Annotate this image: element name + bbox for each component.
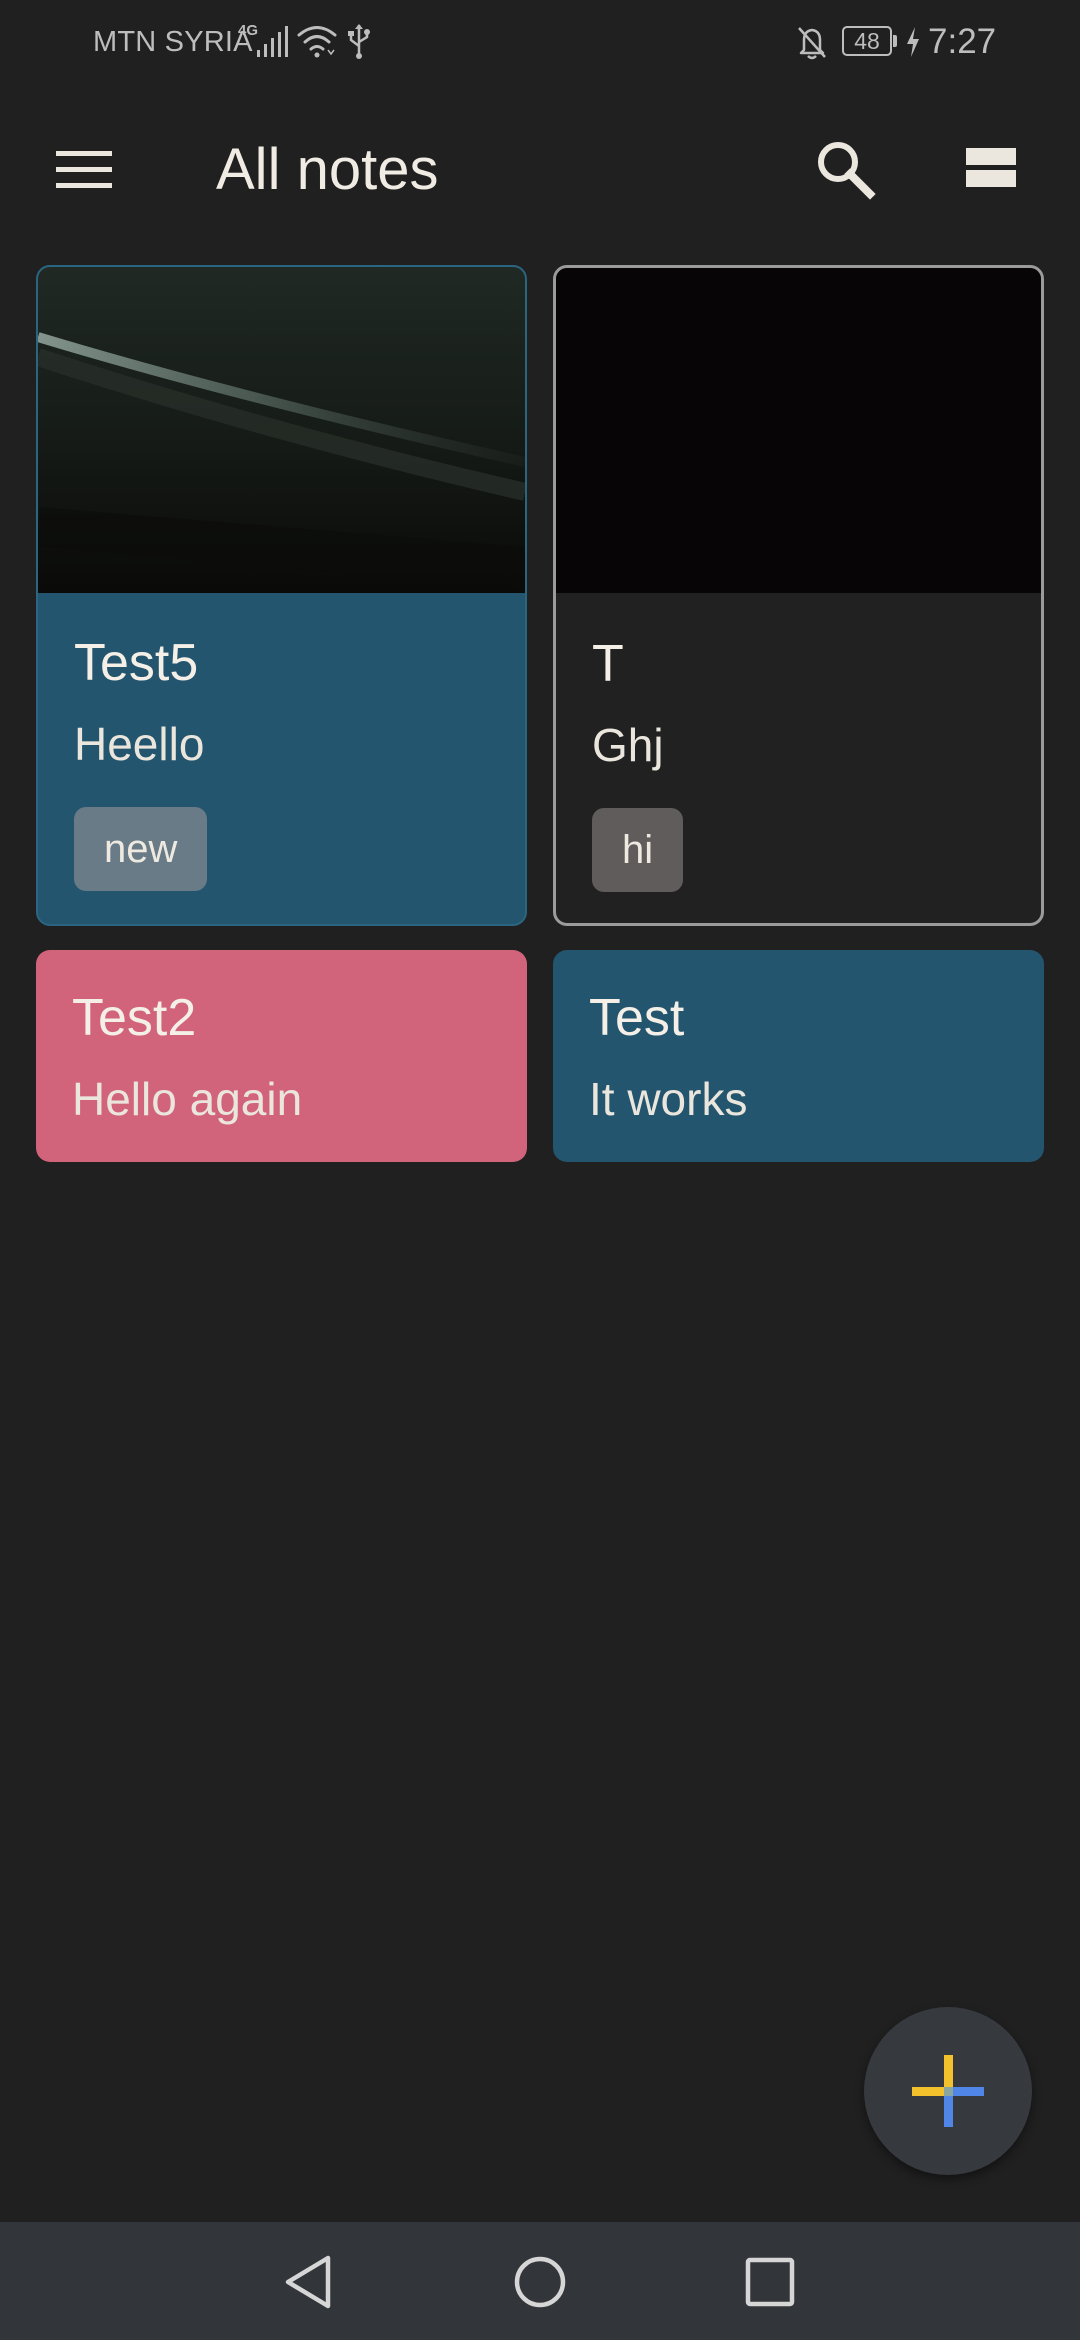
page-title: All notes bbox=[216, 137, 439, 202]
battery-indicator: 48 bbox=[842, 26, 892, 56]
note-body: It works bbox=[589, 1073, 748, 1125]
note-image bbox=[38, 267, 525, 593]
battery-level: 48 bbox=[854, 28, 880, 54]
wifi-icon bbox=[297, 26, 337, 58]
note-card[interactable]: Test2 Hello again bbox=[36, 950, 527, 1162]
status-bar: MTN SYRIA 4G 48 7:27 bbox=[0, 0, 1080, 86]
note-title: Test bbox=[589, 989, 685, 1047]
note-title: Test5 bbox=[74, 634, 199, 692]
note-card[interactable]: T Ghj hi bbox=[553, 265, 1044, 926]
note-title: Test2 bbox=[72, 989, 197, 1047]
bell-off-icon bbox=[798, 27, 826, 60]
home-icon[interactable] bbox=[512, 2254, 568, 2310]
layout-toggle-icon[interactable] bbox=[958, 140, 1024, 196]
note-body: Heello bbox=[74, 718, 205, 770]
back-icon[interactable] bbox=[282, 2254, 336, 2310]
recents-icon[interactable] bbox=[744, 2256, 796, 2308]
signal-icon bbox=[257, 26, 288, 57]
plus-icon bbox=[912, 2055, 984, 2127]
clock: 7:27 bbox=[928, 22, 997, 61]
add-note-button[interactable] bbox=[864, 2007, 1032, 2175]
note-image bbox=[556, 268, 1041, 593]
note-card[interactable]: Test It works bbox=[553, 950, 1044, 1162]
battery-tip bbox=[893, 35, 897, 47]
usb-icon bbox=[348, 24, 370, 59]
charging-icon bbox=[907, 27, 919, 57]
note-body: Ghj bbox=[592, 719, 664, 771]
search-icon[interactable] bbox=[810, 134, 882, 206]
note-tag: new bbox=[74, 807, 208, 891]
note-title: T bbox=[592, 635, 624, 693]
note-tag: hi bbox=[592, 808, 684, 892]
note-body: Hello again bbox=[72, 1073, 303, 1125]
network-type: 4G bbox=[238, 22, 259, 39]
system-navigation-bar bbox=[0, 2222, 1080, 2340]
carrier-name: MTN SYRIA bbox=[93, 26, 253, 58]
note-card[interactable]: Test5 Heello new bbox=[36, 265, 527, 926]
menu-icon[interactable] bbox=[48, 140, 120, 200]
